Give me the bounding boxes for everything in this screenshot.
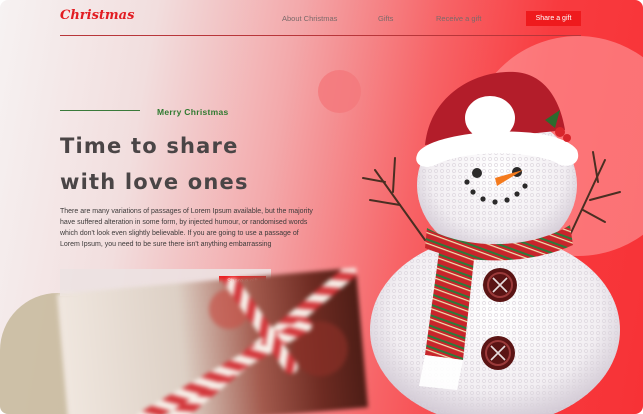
hero-description: There are many variations of passages of… (60, 208, 313, 248)
eyebrow-text: Merry Christmas (157, 107, 229, 117)
hero-title-line-1: Time to share (60, 134, 239, 158)
landing-page: Christmas About Christmas Gifts Receive … (0, 0, 643, 414)
nav-share-gift-button[interactable]: Share a gift (526, 11, 581, 26)
hero-title: Time to share with love ones (60, 128, 360, 200)
eyebrow-divider (60, 110, 140, 111)
header-divider (60, 35, 581, 36)
nav-about-christmas[interactable]: About Christmas (282, 14, 337, 23)
nav-receive-gift[interactable]: Receive a gift (436, 14, 481, 23)
snowman-photo (362, 71, 621, 414)
nav-gifts[interactable]: Gifts (378, 14, 393, 23)
candy-cane-photo (57, 267, 369, 414)
hero-title-line-2: with love ones (60, 170, 249, 194)
logo[interactable]: Christmas (60, 8, 134, 23)
